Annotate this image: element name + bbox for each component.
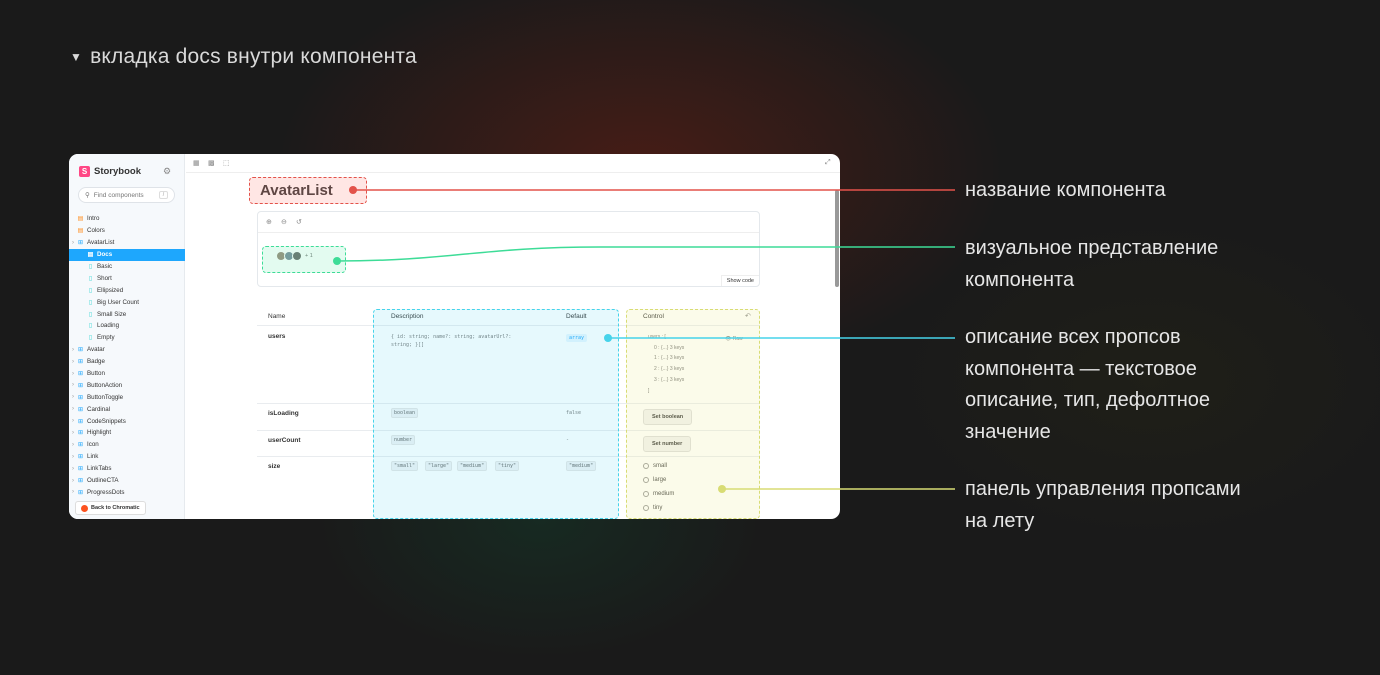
annotation-line: визуальное представление xyxy=(965,237,1219,259)
annotation-visual: визуальное представление компонента xyxy=(965,233,1218,296)
annotation-line: панель управления пропсами xyxy=(965,478,1241,500)
connector-dot xyxy=(349,186,357,194)
connector-dot xyxy=(333,257,341,265)
connector-dot xyxy=(718,485,726,493)
annotation-line: описание, тип, дефолтное xyxy=(965,389,1211,411)
annotation-line: на лету xyxy=(965,509,1035,532)
annotation-controls: панель управления пропсами на лету xyxy=(965,474,1241,537)
connector-dot xyxy=(604,334,612,342)
annotation-line: компонента xyxy=(965,268,1075,291)
annotation-line: значение xyxy=(965,420,1051,443)
connector-visual xyxy=(336,246,955,262)
annotation-line: компонента — текстовое xyxy=(965,357,1197,380)
annotation-name: название компонента xyxy=(965,175,1166,207)
annotation-line: название компонента xyxy=(965,179,1166,201)
annotation-props: описание всех пропсов компонента — текст… xyxy=(965,322,1210,448)
annotation-line: описание всех пропсов xyxy=(965,326,1181,348)
